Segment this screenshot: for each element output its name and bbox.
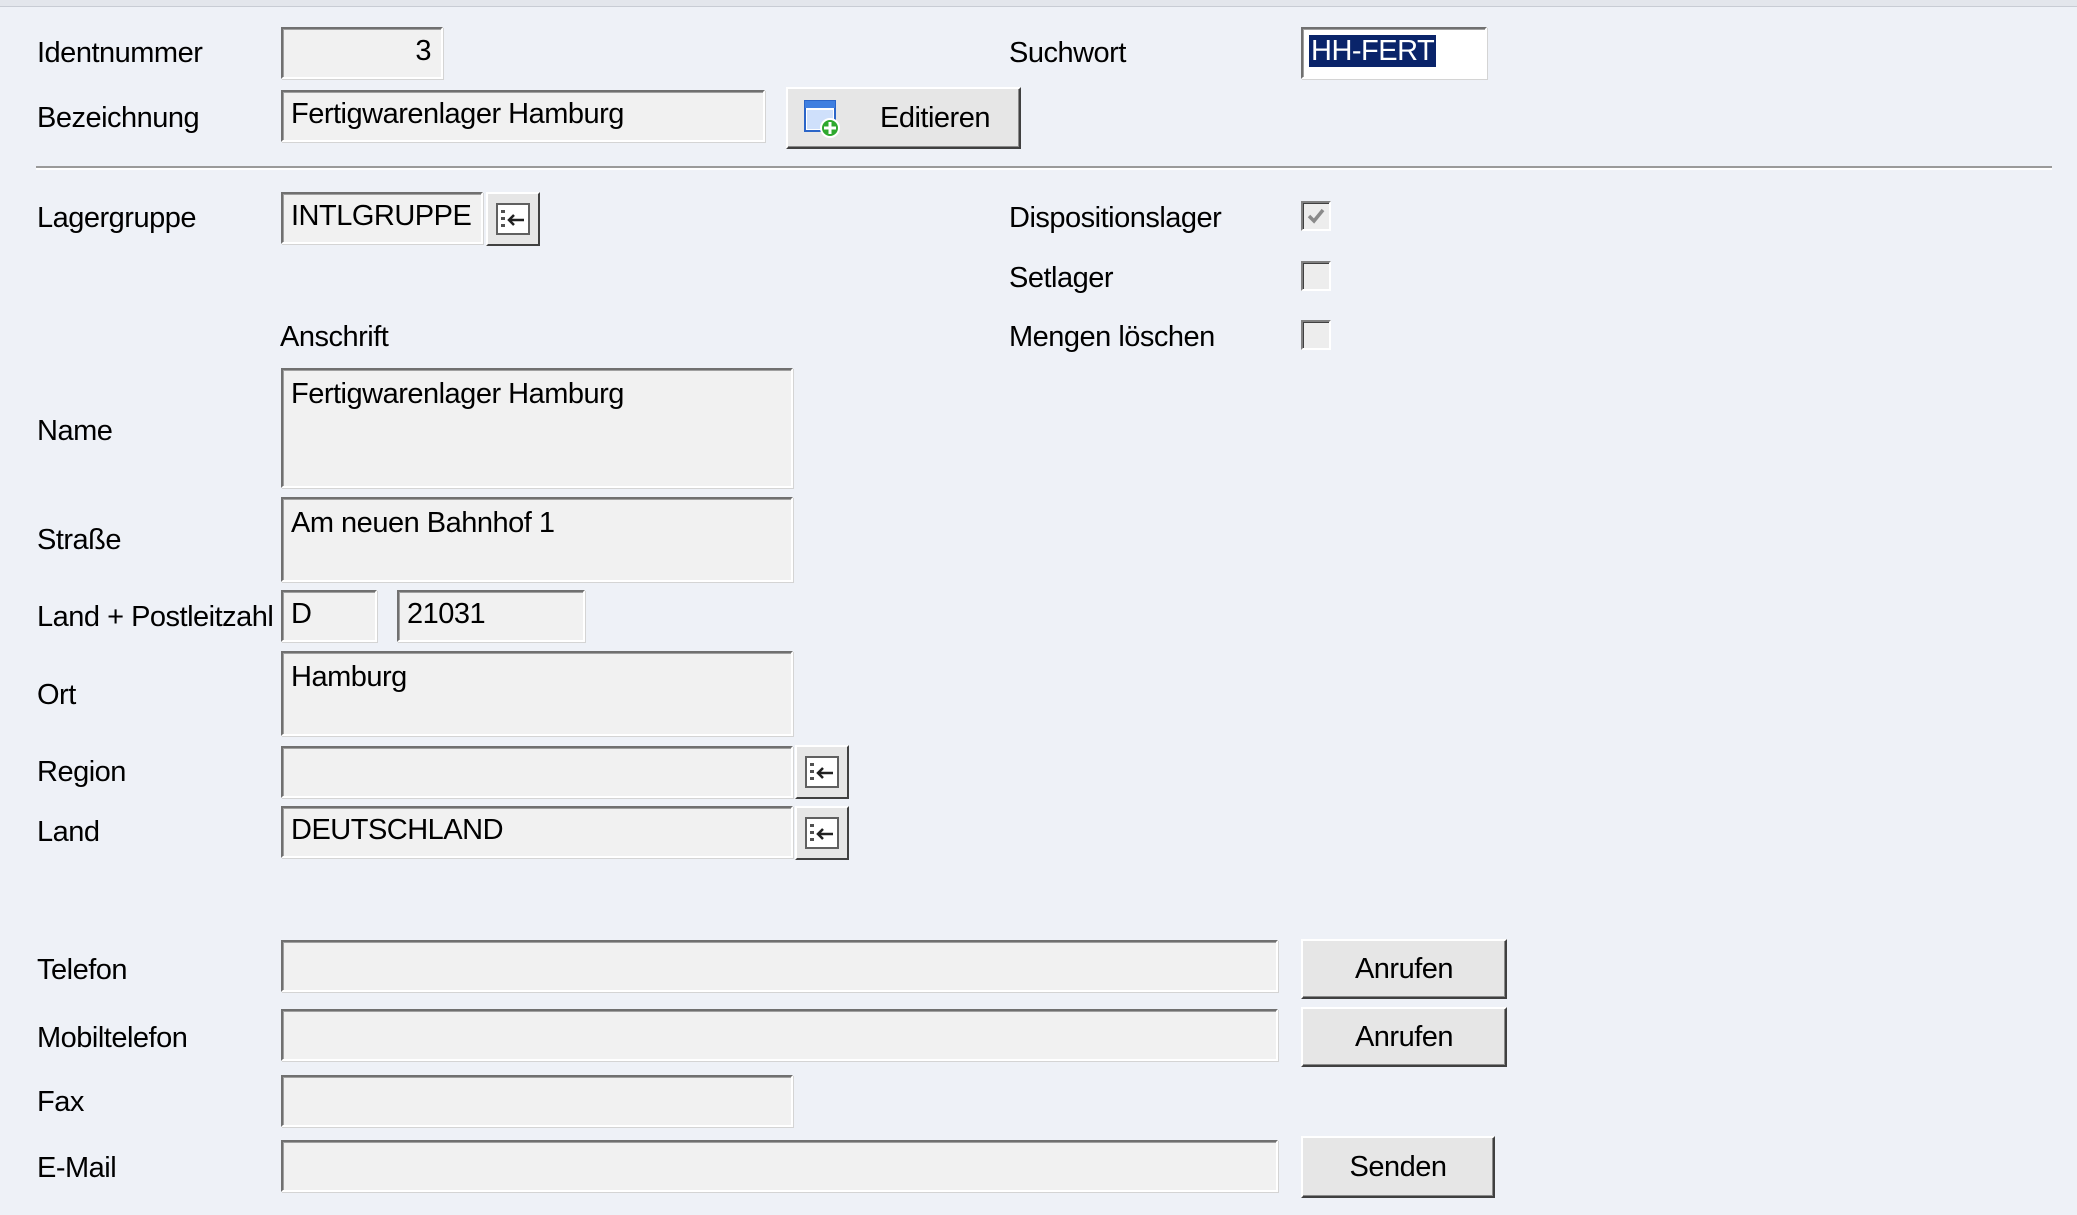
telefon-field[interactable] [281,940,1278,992]
plz-field[interactable]: 21031 [397,590,585,642]
top-border [0,0,2077,7]
lookup-icon [805,756,839,788]
setlager-checkbox[interactable] [1301,261,1331,291]
land-plz-label: Land + Postleitzahl [37,601,274,633]
ort-label: Ort [37,679,76,711]
land-lookup-button[interactable] [795,806,849,860]
ort-field[interactable]: Hamburg [281,651,793,736]
lagergruppe-field[interactable]: INTLGRUPPE [281,192,483,244]
bezeichnung-field[interactable]: Fertigwarenlager Hamburg [281,90,765,142]
lagergruppe-label: Lagergruppe [37,202,196,234]
strasse-label: Straße [37,524,122,556]
land-label: Land [37,816,100,848]
lookup-icon [496,203,530,235]
anschrift-section-label: Anschrift [280,321,389,353]
strasse-field[interactable]: Am neuen Bahnhof 1 [281,497,793,582]
telefon-call-button[interactable]: Anrufen [1301,939,1507,999]
edit-button[interactable]: Editieren [786,87,1021,149]
name-field[interactable]: Fertigwarenlager Hamburg [281,368,793,488]
region-lookup-button[interactable] [795,745,849,799]
edit-button-label: Editieren [880,101,990,134]
region-label: Region [37,756,126,788]
lagergruppe-lookup-button[interactable] [486,192,540,246]
fax-field[interactable] [281,1075,793,1127]
region-field[interactable] [281,746,793,798]
identnummer-field[interactable]: 3 [281,27,443,79]
header-separator [36,166,2052,170]
bezeichnung-label: Bezeichnung [37,102,200,134]
email-send-button[interactable]: Senden [1301,1136,1495,1198]
suchwort-field[interactable]: HH-FERT [1301,27,1487,79]
identnummer-label: Identnummer [37,37,203,69]
land-code-field[interactable]: D [281,590,377,642]
suchwort-selected-text: HH-FERT [1309,35,1437,67]
dispositionslager-checkbox[interactable] [1301,201,1331,231]
email-label: E-Mail [37,1152,117,1184]
fax-label: Fax [37,1086,84,1118]
land-field[interactable]: DEUTSCHLAND [281,806,793,858]
edit-add-icon [804,100,840,138]
mobiltelefon-call-button[interactable]: Anrufen [1301,1007,1507,1067]
mobiltelefon-field[interactable] [281,1009,1278,1061]
checkmark-icon [1307,208,1325,224]
telefon-label: Telefon [37,954,128,986]
lookup-icon [805,817,839,849]
mengen-loeschen-label: Mengen löschen [1009,321,1215,353]
setlager-label: Setlager [1009,262,1114,294]
email-field[interactable] [281,1140,1278,1192]
mobiltelefon-label: Mobiltelefon [37,1022,188,1054]
dispositionslager-label: Dispositionslager [1009,202,1222,234]
warehouse-form: Identnummer 3 Suchwort HH-FERT Bezeichnu… [0,0,2077,1215]
name-label: Name [37,415,113,447]
mengen-loeschen-checkbox[interactable] [1301,320,1331,350]
suchwort-label: Suchwort [1009,37,1126,69]
